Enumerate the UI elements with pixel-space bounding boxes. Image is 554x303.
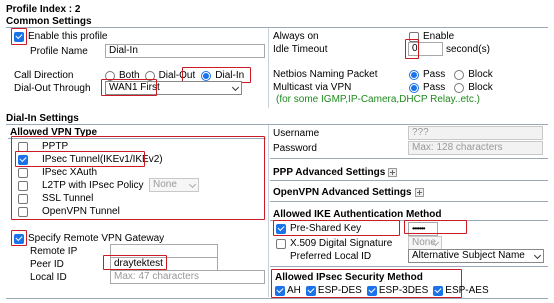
esp-des-label: ESP-DES: [317, 285, 362, 296]
vpn-ipsec-xauth-row[interactable]: IPsec XAuth: [18, 167, 97, 178]
idle-timeout-unit: second(s): [446, 44, 490, 55]
call-direction-label: Call Direction: [14, 70, 74, 81]
expand-icon[interactable]: [388, 168, 398, 177]
ah-label: AH: [287, 285, 301, 296]
multicast-block-radio[interactable]: [454, 82, 465, 93]
multicast-options: Pass Block: [409, 82, 493, 93]
enable-profile-label: Enable this profile: [28, 31, 108, 42]
idle-timeout-label: Idle Timeout: [273, 44, 328, 55]
l2tp-checkbox[interactable]: [18, 180, 28, 191]
remote-ip-label: Remote IP: [30, 246, 78, 257]
l2tp-policy-value: None: [153, 179, 177, 190]
username-input[interactable]: ???: [408, 126, 543, 140]
netbios-pass-label: Pass: [423, 69, 446, 80]
esp-3des-label: ESP-3DES: [378, 285, 429, 296]
ike-auth-header: Allowed IKE Authentication Method: [273, 209, 442, 220]
ipsec-xauth-checkbox[interactable]: [18, 167, 28, 178]
highlight-peer-id: [103, 255, 167, 270]
ppp-advanced-link[interactable]: PPP Advanced Settings: [273, 167, 398, 178]
enable-profile-row[interactable]: Enable this profile: [14, 31, 108, 42]
profile-name-input[interactable]: Dial-In: [105, 44, 265, 58]
preferred-local-id-label: Preferred Local ID: [290, 251, 372, 262]
highlight-ipsec: [15, 151, 145, 167]
pptp-checkbox[interactable]: [18, 141, 28, 152]
esp-aes-checkbox[interactable]: [433, 285, 444, 296]
highlight-dial-out-through: [101, 79, 157, 96]
ssl-checkbox[interactable]: [18, 193, 28, 204]
x509-label: X.509 Digital Signature: [290, 238, 393, 249]
multicast-label: Multicast via VPN: [273, 82, 352, 93]
preferred-local-id-select[interactable]: Alternative Subject Name: [408, 249, 544, 263]
vpn-l2tp-row[interactable]: L2TP with IPsec Policy: [18, 180, 144, 191]
x509-checkbox[interactable]: [276, 238, 286, 249]
always-on-label: Always on: [273, 31, 319, 42]
chevron-down-icon: [188, 180, 197, 189]
password-input[interactable]: Max: 128 characters: [408, 141, 543, 155]
highlight-remote-gateway: [11, 230, 27, 246]
esp-des-checkbox[interactable]: [305, 285, 316, 296]
netbios-block-label: Block: [468, 69, 493, 80]
dial-out-through-label: Dial-Out Through: [14, 83, 91, 94]
netbios-label: Netbios Naming Packet: [273, 69, 378, 80]
vpn-openvpn-row[interactable]: OpenVPN Tunnel: [18, 206, 120, 217]
profile-name-label: Profile Name: [30, 46, 88, 57]
always-on-enable-label: Enable: [423, 31, 455, 42]
peer-id-label: Peer ID: [30, 259, 64, 270]
chevron-down-icon: [231, 83, 240, 92]
remote-gateway-label: Specify Remote VPN Gateway: [28, 233, 165, 244]
multicast-pass-radio[interactable]: [409, 82, 419, 93]
highlight-idle-timeout: [405, 39, 419, 59]
esp-3des-checkbox[interactable]: [366, 285, 377, 296]
local-id-input[interactable]: Max: 47 characters: [110, 270, 265, 284]
netbios-block-radio[interactable]: [454, 69, 465, 80]
x509-row[interactable]: X.509 Digital Signature: [276, 238, 392, 249]
multicast-note: (for some IGMP,IP-Camera,DHCP Relay..etc…: [276, 94, 480, 105]
x509-select[interactable]: None: [408, 236, 442, 250]
ipsec-security-methods: AH ESP-DES ESP-3DES ESP-AES: [275, 285, 489, 296]
multicast-block-label: Block: [468, 82, 493, 93]
esp-aes-label: ESP-AES: [445, 285, 489, 296]
vpn-ssl-row[interactable]: SSL Tunnel: [18, 193, 93, 204]
multicast-pass-label: Pass: [423, 82, 446, 93]
dial-in-settings-header: Dial-In Settings: [6, 113, 79, 124]
openvpn-label: OpenVPN Tunnel: [42, 206, 120, 217]
ppp-advanced-label: PPP Advanced Settings: [273, 167, 386, 178]
remote-gateway-row[interactable]: Specify Remote VPN Gateway: [14, 233, 164, 244]
openvpn-checkbox[interactable]: [18, 206, 28, 217]
username-label: Username: [273, 128, 320, 139]
local-id-label: Local ID: [30, 272, 67, 283]
netbios-options: Pass Block: [409, 69, 493, 80]
password-label: Password: [273, 143, 317, 154]
ssl-label: SSL Tunnel: [42, 193, 94, 204]
netbios-pass-radio[interactable]: [409, 69, 419, 80]
l2tp-label: L2TP with IPsec Policy: [42, 180, 144, 191]
ah-checkbox[interactable]: [275, 285, 285, 296]
expand-icon[interactable]: [414, 188, 424, 197]
chevron-down-icon: [533, 251, 542, 260]
openvpn-advanced-link[interactable]: OpenVPN Advanced Settings: [273, 187, 424, 198]
openvpn-advanced-label: OpenVPN Advanced Settings: [273, 187, 412, 198]
common-settings-header: Common Settings: [6, 16, 92, 27]
highlight-psk: [273, 220, 400, 236]
preferred-local-id-value: Alternative Subject Name: [412, 250, 525, 261]
ipsec-security-header: Allowed IPsec Security Method: [275, 272, 423, 283]
highlight-enable-profile: [11, 28, 27, 45]
ipsec-xauth-label: IPsec XAuth: [42, 167, 98, 178]
profile-index: Profile Index : 2: [6, 4, 81, 15]
l2tp-policy-select[interactable]: None: [149, 178, 199, 192]
highlight-psk-value: [404, 220, 467, 234]
